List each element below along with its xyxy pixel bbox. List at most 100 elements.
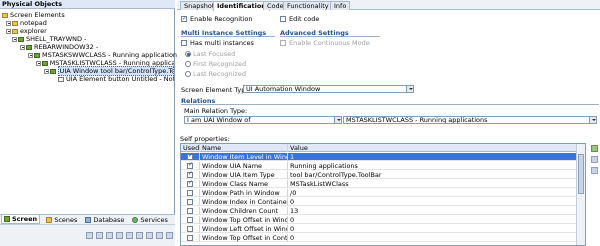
has-multi-instances-checkbox[interactable] xyxy=(181,40,187,46)
main-relation-select[interactable]: I am UAI Window of xyxy=(184,116,342,124)
radio-button-icon[interactable] xyxy=(185,51,191,57)
table-row[interactable]: Window Left Offset in Window0 xyxy=(181,225,577,233)
used-checkbox[interactable] xyxy=(187,234,193,241)
used-checkbox[interactable] xyxy=(187,198,193,205)
property-name: Window Top Offset in Containe... xyxy=(202,234,288,242)
tree-item-uia-window-toolbar[interactable]: UIA Window tool bar/ControlType.Too xyxy=(44,66,175,76)
radio-last-recognized[interactable]: Last Recognized xyxy=(185,70,246,78)
used-checkbox[interactable] xyxy=(187,189,193,196)
tab-services[interactable]: Services xyxy=(130,215,169,224)
expander-icon[interactable] xyxy=(28,52,33,58)
toolbar-button-icon[interactable] xyxy=(146,232,153,239)
used-cell xyxy=(181,153,200,161)
tree-item-rebarwindow32[interactable]: REBARWINDOW32 - xyxy=(20,43,98,51)
chevron-down-icon[interactable] xyxy=(589,117,596,123)
scroll-thumb[interactable] xyxy=(578,154,584,194)
identification-panel: Enable Recognition Edit code Multi Insta… xyxy=(177,11,600,246)
copy-property-icon[interactable] xyxy=(591,167,598,174)
toolbar-button-icon[interactable] xyxy=(136,232,143,239)
property-value[interactable]: 0 xyxy=(288,216,577,224)
tab-identification[interactable]: Identification xyxy=(213,1,270,11)
toolbar-button-icon[interactable] xyxy=(106,232,113,239)
enable-recognition-row[interactable]: Enable Recognition xyxy=(181,15,252,23)
table-row[interactable]: Window UIA NameRunning applications xyxy=(181,162,577,170)
toolbar-button-icon[interactable] xyxy=(166,232,173,239)
property-value[interactable]: 0 xyxy=(288,225,577,233)
chevron-down-icon[interactable] xyxy=(406,86,413,92)
table-row[interactable]: Window Class NameMSTaskListWClass xyxy=(181,180,577,188)
enable-recognition-checkbox[interactable] xyxy=(181,15,187,22)
window-icon xyxy=(26,44,32,50)
tree-item-shell-traywnd[interactable]: SHELL_TRAYWND - xyxy=(12,35,86,43)
table-row[interactable]: Window Item Level in Window1 xyxy=(181,153,577,161)
table-row[interactable]: Window Path in Window/0 xyxy=(181,189,577,197)
tree-item-mstaskswwclass[interactable]: MSTASKSWWCLASS - Running applications xyxy=(28,51,180,59)
main-relation-label: Main Relation Type: xyxy=(184,107,248,115)
radio-last-focused[interactable]: Last Focused xyxy=(185,50,235,58)
tree-item-screen-elements[interactable]: Screen Elements xyxy=(2,11,65,19)
expander-icon[interactable] xyxy=(12,36,17,42)
used-checkbox[interactable] xyxy=(187,216,193,223)
header-name[interactable]: Name xyxy=(200,144,288,152)
property-value[interactable]: Running applications xyxy=(288,162,577,170)
chevron-down-icon[interactable] xyxy=(334,117,341,123)
toolbar-button-icon[interactable] xyxy=(126,232,133,239)
has-multi-instances-row[interactable]: Has multi instances xyxy=(181,39,254,47)
used-checkbox[interactable] xyxy=(187,180,193,187)
header-value[interactable]: Value xyxy=(288,144,577,152)
radio-button-icon[interactable] xyxy=(185,71,191,77)
property-name: Window Class Name xyxy=(200,180,288,188)
window-icon xyxy=(18,36,24,42)
table-row[interactable]: Window Children Count 13 xyxy=(181,207,577,215)
expander-icon[interactable] xyxy=(6,20,11,26)
expander-icon[interactable] xyxy=(6,28,11,34)
used-checkbox[interactable] xyxy=(187,225,193,232)
property-value[interactable]: MSTaskListWClass xyxy=(288,180,577,188)
tab-functionality[interactable]: Functionality xyxy=(283,1,333,10)
used-checkbox[interactable] xyxy=(187,207,193,214)
radio-first-recognized[interactable]: First Recognized xyxy=(185,60,246,68)
enable-continuous-checkbox[interactable] xyxy=(280,40,286,46)
table-header: Used Name Value xyxy=(181,144,577,152)
table-row[interactable]: Window Index in Container 0 xyxy=(181,198,577,206)
expander-icon[interactable] xyxy=(36,60,41,66)
radio-button-icon[interactable] xyxy=(185,61,191,67)
tab-scenes[interactable]: Scenes xyxy=(44,215,79,224)
add-property-icon[interactable] xyxy=(591,145,598,152)
expander-icon[interactable] xyxy=(20,44,25,50)
property-value[interactable]: 0 xyxy=(288,234,577,242)
toolbar-button-icon[interactable] xyxy=(86,232,93,239)
header-used[interactable]: Used xyxy=(181,144,200,152)
relation-target-select[interactable]: MSTASKLISTWCLASS - Running applications xyxy=(343,116,597,124)
edit-code-row[interactable]: Edit code xyxy=(280,15,319,23)
expander-icon[interactable] xyxy=(44,68,49,74)
tree-item-notepad[interactable]: notepad xyxy=(6,19,47,27)
toolbar-button-icon[interactable] xyxy=(156,232,163,239)
used-checkbox[interactable] xyxy=(187,153,193,160)
property-value[interactable]: tool bar/ControlType.ToolBar xyxy=(288,171,577,179)
property-value[interactable]: 0 xyxy=(288,198,577,206)
folder-icon xyxy=(12,28,18,34)
property-value[interactable]: 13 xyxy=(288,207,577,215)
vertical-scrollbar[interactable] xyxy=(576,144,585,245)
table-row[interactable]: Window Top Offset in Containe...0 xyxy=(181,234,577,242)
used-checkbox[interactable] xyxy=(187,171,193,178)
tree-item-explorer[interactable]: explorer xyxy=(6,27,47,35)
used-cell xyxy=(181,162,200,170)
property-value[interactable]: 1 xyxy=(288,153,577,161)
table-row[interactable]: Window UIA Item Typetool bar/ControlType… xyxy=(181,171,577,179)
tab-screen[interactable]: Screen xyxy=(1,215,41,224)
toolbar-button-icon[interactable] xyxy=(96,232,103,239)
tab-database[interactable]: Database xyxy=(83,215,126,224)
edit-code-checkbox[interactable] xyxy=(280,16,286,22)
property-value[interactable]: /0 xyxy=(288,189,577,197)
screen-element-type-select[interactable]: UI Automation Window xyxy=(243,85,414,93)
tab-bar: Snapshot Identification Code Functionali… xyxy=(177,0,600,11)
toolbar-button-icon[interactable] xyxy=(116,232,123,239)
enable-continuous-row[interactable]: Enable Continuous Mode xyxy=(280,39,370,47)
edit-property-icon[interactable] xyxy=(591,156,598,163)
tree-item-uia-element-button[interactable]: UIA Element button Untitled - Not xyxy=(58,75,174,83)
used-checkbox[interactable] xyxy=(187,162,193,169)
tab-info[interactable]: Info xyxy=(330,1,351,10)
table-row[interactable]: Window Top Offset in Window0 xyxy=(181,216,577,224)
